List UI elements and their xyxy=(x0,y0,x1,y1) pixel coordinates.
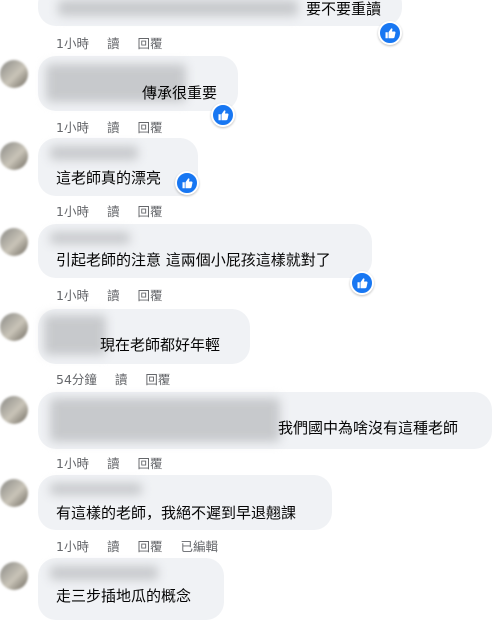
comment-bubble: 要不要重讀 xyxy=(38,0,402,26)
avatar[interactable] xyxy=(0,313,28,341)
read-button[interactable]: 讀 xyxy=(107,536,120,555)
avatar[interactable] xyxy=(0,142,28,170)
comment-text: 走三步插地瓜的概念 xyxy=(56,587,192,605)
timestamp[interactable]: 1小時 xyxy=(56,285,89,304)
comment-text: 現在老師都好年輕 xyxy=(100,336,221,354)
timestamp[interactable]: 54分鐘 xyxy=(56,369,97,388)
blurred-content xyxy=(58,0,298,16)
read-button[interactable]: 讀 xyxy=(107,285,120,304)
avatar[interactable] xyxy=(0,60,28,88)
edited-label: 已編輯 xyxy=(180,539,218,554)
reply-button[interactable]: 回覆 xyxy=(137,33,162,52)
reply-button[interactable]: 回覆 xyxy=(137,285,162,304)
like-reaction-icon[interactable] xyxy=(175,171,199,195)
comment-bubble: 我們國中為啥沒有這種老師 xyxy=(38,392,492,449)
comment-actions: 1小時 讀 回覆 xyxy=(56,117,162,136)
blurred-author-name xyxy=(44,315,106,355)
comment-bubble: 引起老師的注意 這兩個小屁孩這樣就對了 xyxy=(38,224,372,278)
comment-text: 我們國中為啥沒有這種老師 xyxy=(278,419,459,437)
read-button[interactable]: 讀 xyxy=(107,453,120,472)
comment-actions: 1小時 讀 回覆 xyxy=(56,33,162,52)
comment-text: 有這樣的老師，我絕不遲到早退翹課 xyxy=(56,504,297,522)
like-reaction-icon[interactable] xyxy=(350,271,374,295)
blurred-author-name xyxy=(50,483,142,495)
like-reaction-icon[interactable] xyxy=(378,21,402,45)
comment-text: 這老師真的漂亮 xyxy=(56,169,162,187)
reply-button[interactable]: 回覆 xyxy=(137,453,162,472)
comment-text: 引起老師的注意 這兩個小屁孩這樣就對了 xyxy=(56,251,331,269)
blurred-author-name xyxy=(50,146,138,160)
blurred-author-name xyxy=(50,566,158,580)
timestamp[interactable]: 1小時 xyxy=(56,33,89,52)
timestamp[interactable]: 1小時 xyxy=(56,453,89,472)
read-button[interactable]: 讀 xyxy=(107,117,120,136)
reply-button[interactable]: 回覆 xyxy=(137,117,162,136)
blurred-author-name xyxy=(50,232,130,244)
read-button[interactable]: 讀 xyxy=(107,201,120,220)
comment-text: 要不要重讀 xyxy=(306,0,382,18)
comment-actions: 1小時 讀 回覆 xyxy=(56,453,162,472)
reply-button[interactable]: 回覆 xyxy=(145,369,170,388)
blurred-author-name xyxy=(50,398,280,442)
read-button[interactable]: 讀 xyxy=(107,33,120,52)
comment-bubble: 傳承很重要 xyxy=(38,56,238,111)
avatar[interactable] xyxy=(0,479,28,507)
comment-text: 傳承很重要 xyxy=(142,84,218,102)
timestamp[interactable]: 1小時 xyxy=(56,536,89,555)
comment-actions: 1小時 讀 回覆 已編輯 xyxy=(56,536,218,555)
comment-bubble: 走三步插地瓜的概念 xyxy=(38,558,224,620)
reply-button[interactable]: 回覆 xyxy=(137,536,162,555)
comment-bubble: 有這樣的老師，我絕不遲到早退翹課 xyxy=(38,475,332,530)
comment-actions: 1小時 讀 回覆 xyxy=(56,285,162,304)
read-button[interactable]: 讀 xyxy=(115,369,128,388)
avatar[interactable] xyxy=(0,228,28,256)
avatar[interactable] xyxy=(0,562,28,590)
comment-actions: 54分鐘 讀 回覆 xyxy=(56,369,170,388)
reply-button[interactable]: 回覆 xyxy=(137,201,162,220)
timestamp[interactable]: 1小時 xyxy=(56,117,89,136)
comment-bubble: 這老師真的漂亮 xyxy=(38,138,198,196)
like-reaction-icon[interactable] xyxy=(211,103,235,127)
comment-actions: 1小時 讀 回覆 xyxy=(56,201,162,220)
avatar[interactable] xyxy=(0,396,28,424)
comment-bubble: 現在老師都好年輕 xyxy=(38,309,250,364)
timestamp[interactable]: 1小時 xyxy=(56,201,89,220)
